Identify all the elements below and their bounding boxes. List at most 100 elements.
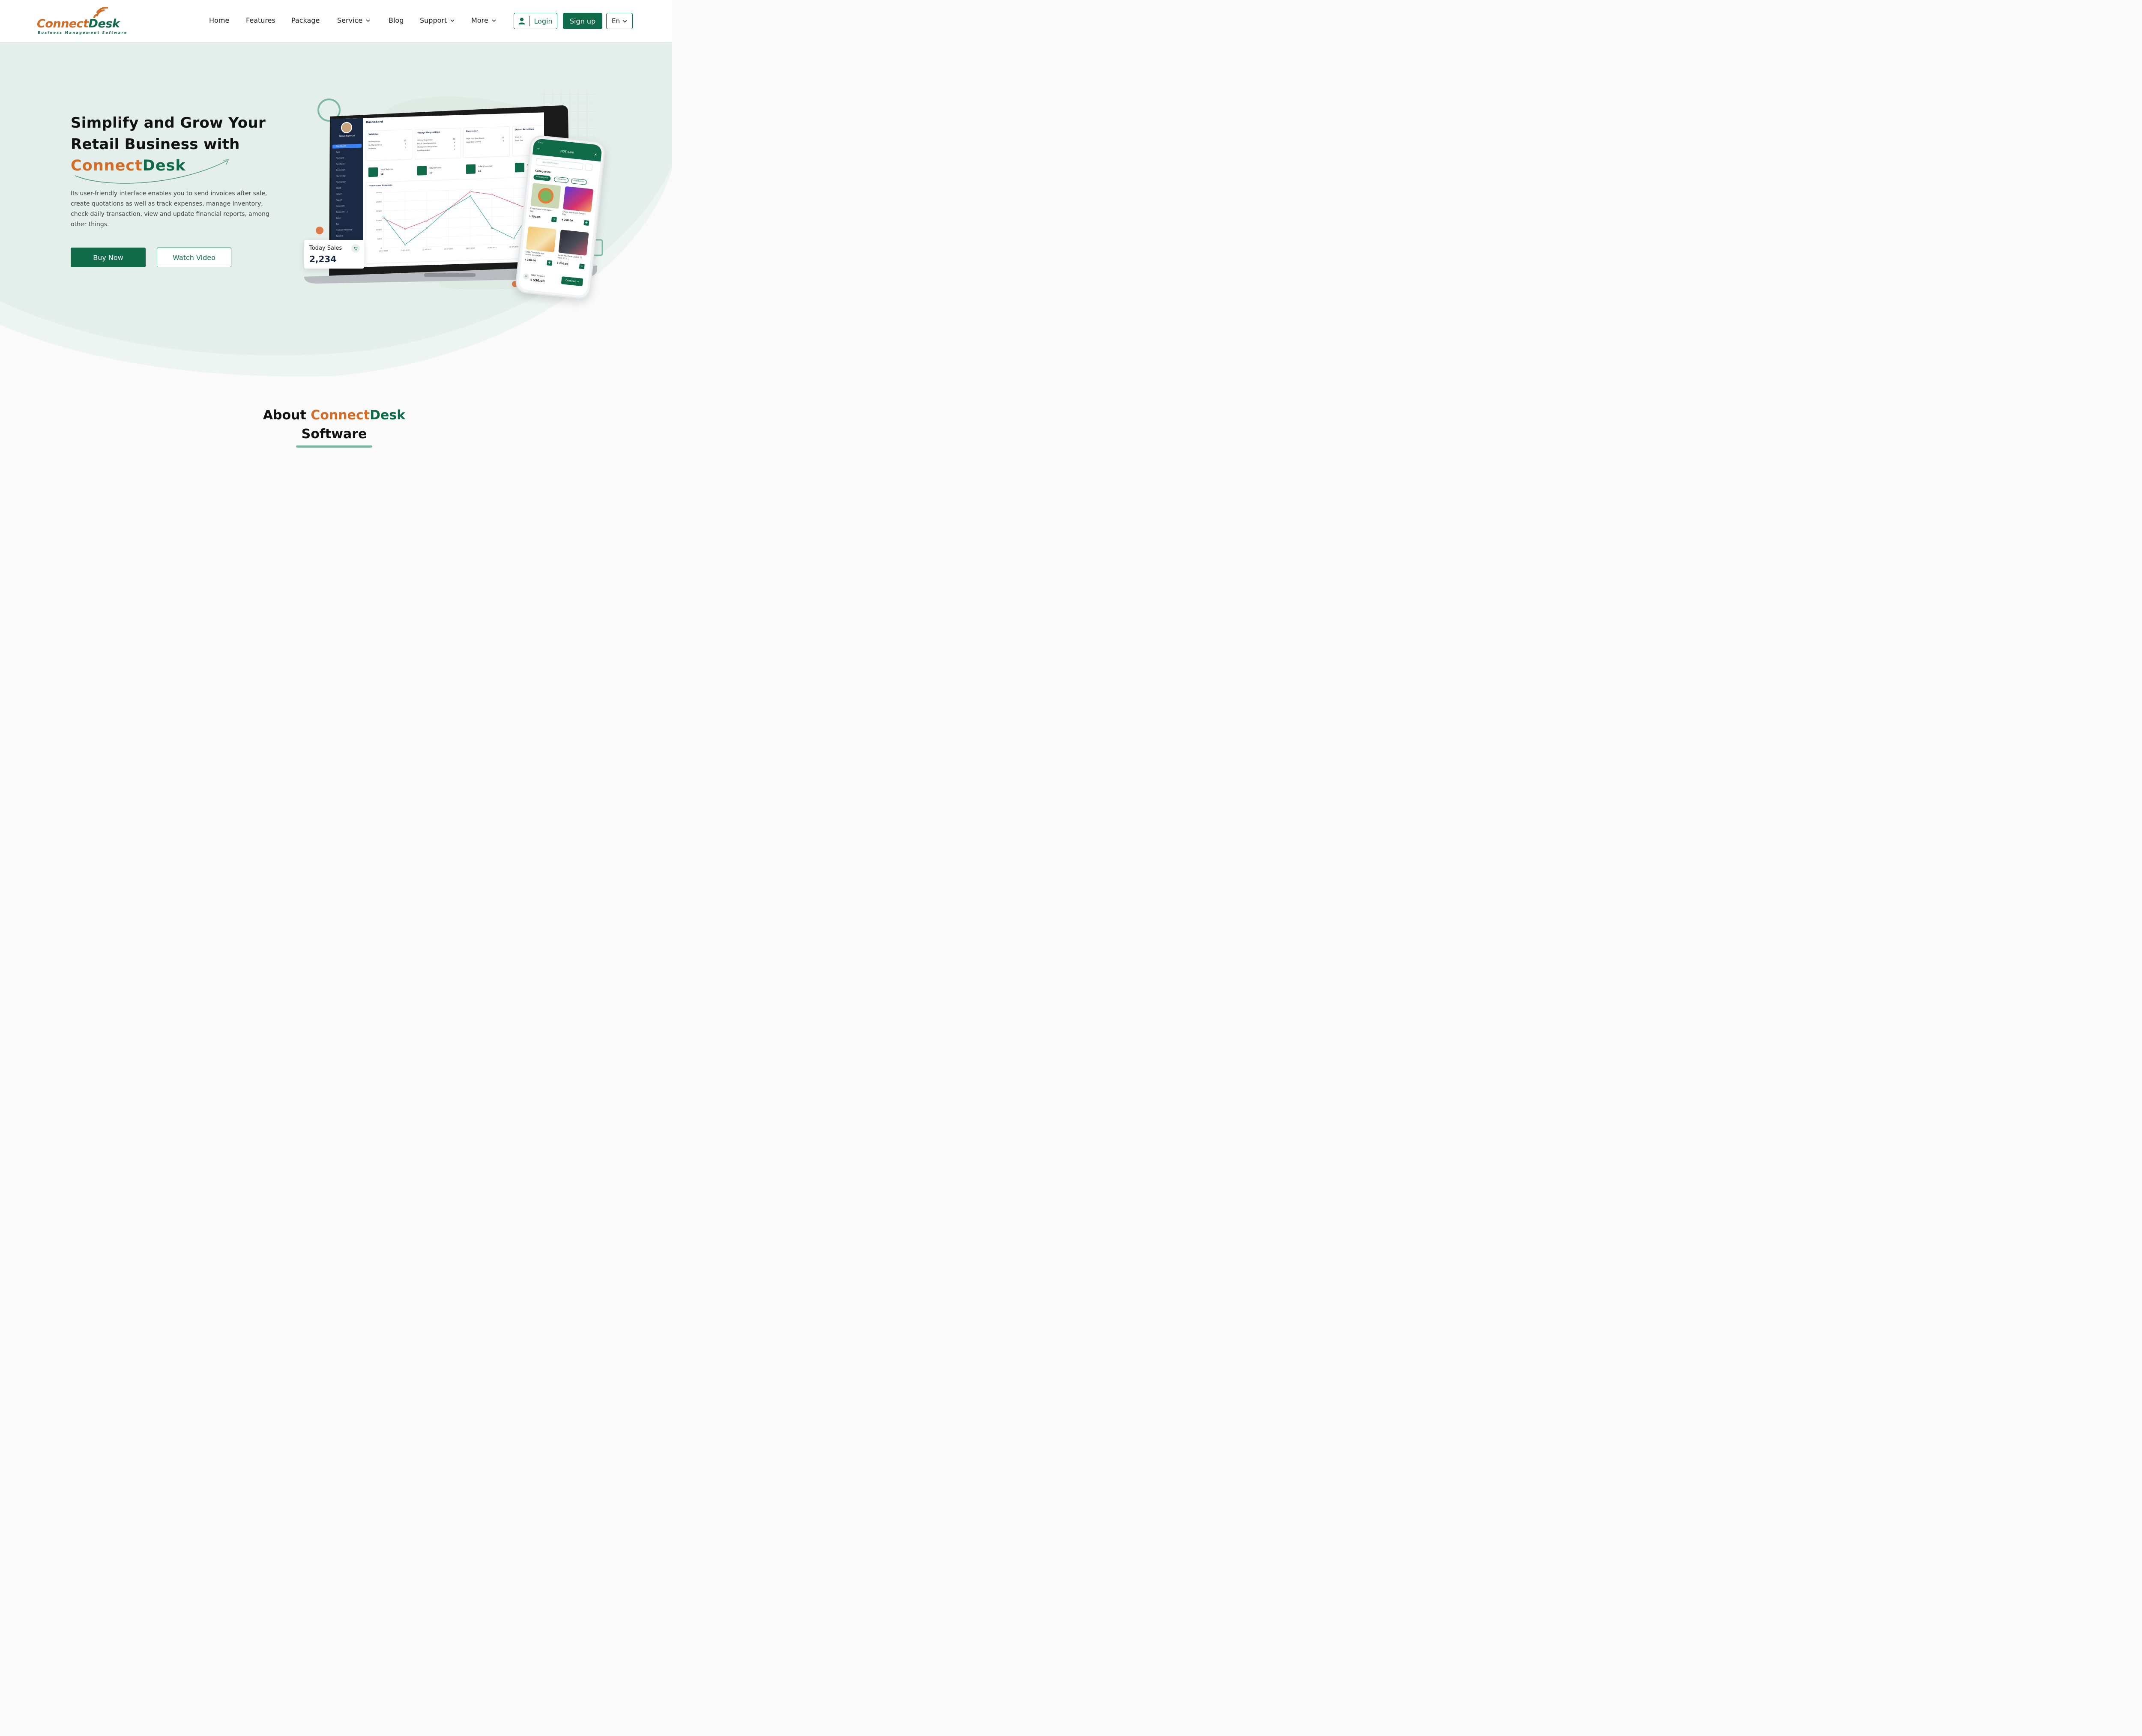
data-point <box>426 227 428 229</box>
stat-value: 10 <box>429 171 432 174</box>
nav-service[interactable]: Service <box>337 16 370 24</box>
logo-tagline: Business Management Software <box>38 31 128 35</box>
today-sales-card: Today Sales 2,234 <box>304 240 364 269</box>
close-icon[interactable]: ✕ <box>594 152 598 157</box>
phone-time: 9:41 <box>538 141 543 144</box>
product-mockup: Tanvir Rahman Dashboard Sale Products Pu… <box>300 86 608 300</box>
nav-features[interactable]: Features <box>246 16 275 24</box>
signup-button[interactable]: Sign up <box>563 13 602 29</box>
y-tick-label: 20000 <box>376 210 382 212</box>
chip-all-category[interactable]: All Category <box>533 174 551 182</box>
watch-video-button[interactable]: Watch Video <box>157 248 231 267</box>
x-tick-label: 25-07-2020 <box>488 247 497 249</box>
product-name: Igloo Chocolate plus vanilla ice-cream <box>525 251 544 257</box>
hero-title-line2: Retail Business with <box>71 136 240 153</box>
sidebar-item-human-resource[interactable]: Human Resource <box>332 228 362 233</box>
add-icon[interactable]: + <box>547 260 553 266</box>
data-point <box>383 215 384 218</box>
sidebar-item-sale[interactable]: Sale <box>332 150 362 155</box>
card-row: On Requisition 15 <box>368 139 406 143</box>
data-point <box>470 191 471 192</box>
scan-icon[interactable] <box>585 163 593 171</box>
today-sales-value: 2,234 <box>309 254 337 264</box>
income-expenses-chart: Income and Expenses 0 5000 10000 15000 20000… <box>366 176 541 264</box>
sidebar-item-return[interactable]: Return <box>332 192 362 197</box>
add-icon[interactable]: + <box>551 216 557 223</box>
y-tick-label: 15000 <box>376 219 382 221</box>
x-tick-label: 21-07-2020 <box>401 249 410 251</box>
data-point <box>513 237 515 239</box>
gridline <box>383 197 536 202</box>
sidebar-item-bank[interactable]: Bank <box>332 216 362 221</box>
card-row: Legal Doc Expired 9 <box>466 140 504 143</box>
sidebar-item-accounts[interactable]: Accounts <box>332 204 362 209</box>
chevron-down-icon <box>492 19 496 22</box>
sidebar-item-dashboard[interactable]: Dashboard <box>332 143 362 149</box>
product-card[interactable]: Igloo Chocolate plus vanilla ice-cream ৳… <box>524 226 557 268</box>
add-icon[interactable]: + <box>583 220 589 226</box>
card-row: Fuel Requisition 2 <box>417 148 455 152</box>
product-name: Chess Salad with Boiled Egg <box>530 207 552 213</box>
sidebar-item-production[interactable]: Production <box>332 180 362 185</box>
avatar <box>341 122 352 134</box>
product-search-input[interactable]: Search Product <box>536 158 583 170</box>
card-row: Vehicle Requisition 15 <box>417 137 455 141</box>
sidebar-item-accounts-2[interactable]: Accounts - 2 <box>332 210 362 215</box>
buy-now-button[interactable]: Buy Now <box>71 248 146 267</box>
language-select[interactable]: En <box>606 13 633 29</box>
nav-blog[interactable]: Blog <box>389 16 404 24</box>
dashboard-title: Dashboard <box>366 120 383 124</box>
sidebar-item-report[interactable]: Report <box>332 198 362 203</box>
logo-text: ConnectDesk <box>37 17 120 30</box>
sidebar-item-service[interactable]: Service <box>332 234 362 239</box>
stat-value: 10 <box>478 170 481 173</box>
gridline <box>383 206 536 211</box>
product-image <box>526 226 557 252</box>
chip-groceries[interactable]: Groceries <box>553 176 569 183</box>
product-price: ৳ 250.00 <box>524 258 536 263</box>
today-sales-label: Today Sales <box>309 245 342 251</box>
card-todays-requisition: Todays Requisition Vehicle Requisition 15… <box>415 128 461 159</box>
sidebar-item-quotation[interactable]: Quotation <box>332 168 362 173</box>
nav-support[interactable]: Support <box>420 16 455 24</box>
product-price: ৳ 250.00 <box>529 215 541 219</box>
card-title: Vehicles <box>368 133 379 136</box>
user-name: Tanvir Rahman <box>339 134 355 138</box>
nav-home[interactable]: Home <box>209 16 229 24</box>
continue-button[interactable]: Continue → <box>561 276 583 287</box>
nav-more[interactable]: More <box>471 16 496 24</box>
about-title-line1: About ConnectDesk <box>263 408 406 423</box>
sidebar-item-marketing[interactable]: Marketing <box>332 174 362 179</box>
data-point <box>513 202 515 204</box>
hero-title-line1: Simplify and Grow Your <box>71 114 266 131</box>
total-amount-value: ৳ 550.00 <box>530 278 545 283</box>
sidebar-item-tax[interactable]: Tax <box>332 222 362 227</box>
data-point <box>404 244 406 245</box>
product-card[interactable]: Apple MacBook Laptop 15 inch, M1 C... ৳ … <box>556 230 589 272</box>
nav-package[interactable]: Package <box>291 16 320 24</box>
card-title: Todays Requisition <box>417 131 440 134</box>
product-card[interactable]: Chess Salad with Boiled Egg ৳ 250.00 + <box>529 182 561 225</box>
stat-label: Total Drivers <box>429 167 442 170</box>
x-tick-label: 22-07-2020 <box>422 249 432 251</box>
product-image <box>530 182 561 209</box>
route-icon <box>515 162 524 173</box>
add-icon[interactable]: + <box>579 263 585 269</box>
categories-label: Categories <box>535 169 551 174</box>
logo[interactable]: ConnectDesk Business Management Software <box>37 7 126 37</box>
x-tick-label: 23-07-2020 <box>444 248 454 250</box>
sidebar-item-purchase[interactable]: Purchase <box>332 162 362 167</box>
section-underline <box>296 445 372 448</box>
stat-label: Total Customer <box>478 165 493 168</box>
pos-sale-title: POS Sale <box>560 149 574 155</box>
y-tick-label: 0 <box>380 247 382 249</box>
login-button[interactable]: Login <box>514 13 557 29</box>
card-title: Other Activities <box>515 128 534 131</box>
site-header: ConnectDesk Business Management Software… <box>0 0 672 42</box>
chip-electronics[interactable]: Electronics <box>571 178 587 185</box>
sidebar-item-stock[interactable]: Stock <box>332 186 362 191</box>
product-price: ৳ 250.00 <box>562 218 573 223</box>
product-card[interactable]: Chess Salad with Boiled Egg ৳ 250.00 + <box>561 186 594 228</box>
data-point <box>491 194 493 195</box>
sidebar-item-products[interactable]: Products <box>332 156 362 161</box>
